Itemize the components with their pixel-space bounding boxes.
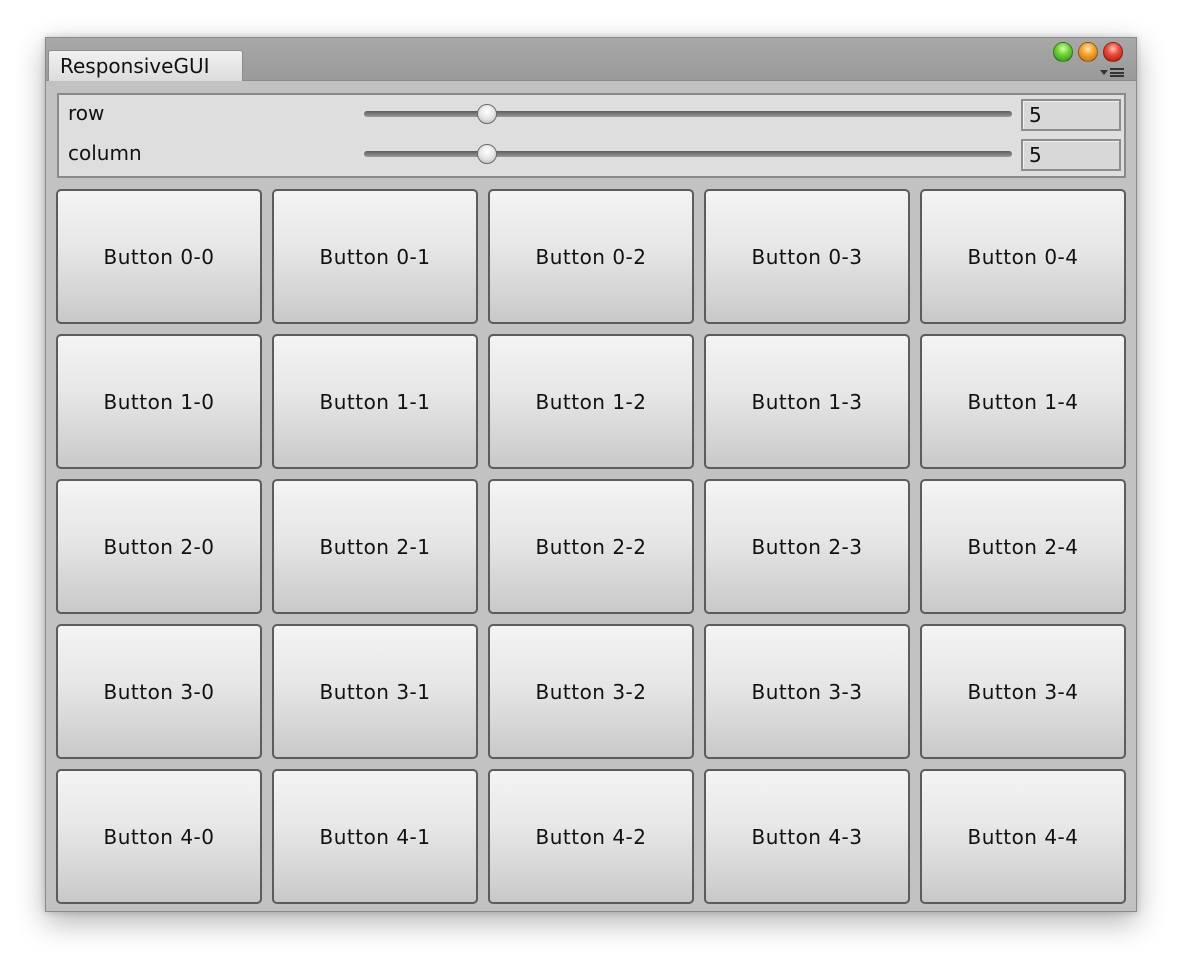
grid-button[interactable]: Button 3-3 bbox=[704, 624, 910, 759]
grid-button[interactable]: Button 2-1 bbox=[272, 479, 478, 614]
grid-button[interactable]: Button 0-4 bbox=[920, 189, 1126, 324]
grid-button[interactable]: Button 0-0 bbox=[56, 189, 262, 324]
window-tab[interactable]: ResponsiveGUI bbox=[48, 50, 243, 81]
column-slider-thumb[interactable] bbox=[477, 144, 497, 164]
grid-button[interactable]: Button 4-3 bbox=[704, 769, 910, 904]
row-value-field[interactable]: 5 bbox=[1021, 99, 1121, 131]
minimize-button-icon[interactable] bbox=[1078, 42, 1098, 62]
window-content: row 5 column 5 Button 0-0 Button 0-1 But… bbox=[46, 81, 1136, 911]
grid-button[interactable]: Button 0-2 bbox=[488, 189, 694, 324]
column-value-field[interactable]: 5 bbox=[1021, 139, 1121, 171]
grid-button[interactable]: Button 3-4 bbox=[920, 624, 1126, 759]
grid-button[interactable]: Button 2-4 bbox=[920, 479, 1126, 614]
grid-button[interactable]: Button 2-2 bbox=[488, 479, 694, 614]
close-button-icon[interactable] bbox=[1103, 42, 1123, 62]
grid-button[interactable]: Button 0-3 bbox=[704, 189, 910, 324]
row-slider-thumb[interactable] bbox=[477, 104, 497, 124]
grid-button[interactable]: Button 1-3 bbox=[704, 334, 910, 469]
column-slider[interactable] bbox=[364, 144, 1012, 164]
title-bar: ResponsiveGUI bbox=[46, 38, 1136, 81]
row-slider[interactable] bbox=[364, 104, 1012, 124]
grid-button[interactable]: Button 1-4 bbox=[920, 334, 1126, 469]
row-slider-track[interactable] bbox=[364, 111, 1012, 117]
grid-button[interactable]: Button 4-1 bbox=[272, 769, 478, 904]
grid-button[interactable]: Button 0-1 bbox=[272, 189, 478, 324]
column-slider-track[interactable] bbox=[364, 151, 1012, 157]
grid-button[interactable]: Button 2-0 bbox=[56, 479, 262, 614]
grid-button[interactable]: Button 4-4 bbox=[920, 769, 1126, 904]
button-grid: Button 0-0 Button 0-1 Button 0-2 Button … bbox=[56, 189, 1126, 904]
grid-button[interactable]: Button 2-3 bbox=[704, 479, 910, 614]
row-label: row bbox=[68, 101, 105, 125]
column-control: column 5 bbox=[59, 135, 1124, 171]
grid-button[interactable]: Button 4-0 bbox=[56, 769, 262, 904]
zoom-button-icon[interactable] bbox=[1053, 42, 1073, 62]
grid-button[interactable]: Button 1-1 bbox=[272, 334, 478, 469]
grid-button[interactable]: Button 3-0 bbox=[56, 624, 262, 759]
grid-button[interactable]: Button 3-1 bbox=[272, 624, 478, 759]
controls-panel: row 5 column 5 bbox=[57, 93, 1126, 178]
column-label: column bbox=[68, 141, 142, 165]
grid-button[interactable]: Button 4-2 bbox=[488, 769, 694, 904]
row-control: row 5 bbox=[59, 95, 1124, 131]
editor-window: ResponsiveGUI row 5 column 5 Button 0-0 … bbox=[45, 37, 1137, 912]
panel-menu-icon[interactable] bbox=[1100, 67, 1128, 79]
grid-button[interactable]: Button 3-2 bbox=[488, 624, 694, 759]
grid-button[interactable]: Button 1-2 bbox=[488, 334, 694, 469]
grid-button[interactable]: Button 1-0 bbox=[56, 334, 262, 469]
